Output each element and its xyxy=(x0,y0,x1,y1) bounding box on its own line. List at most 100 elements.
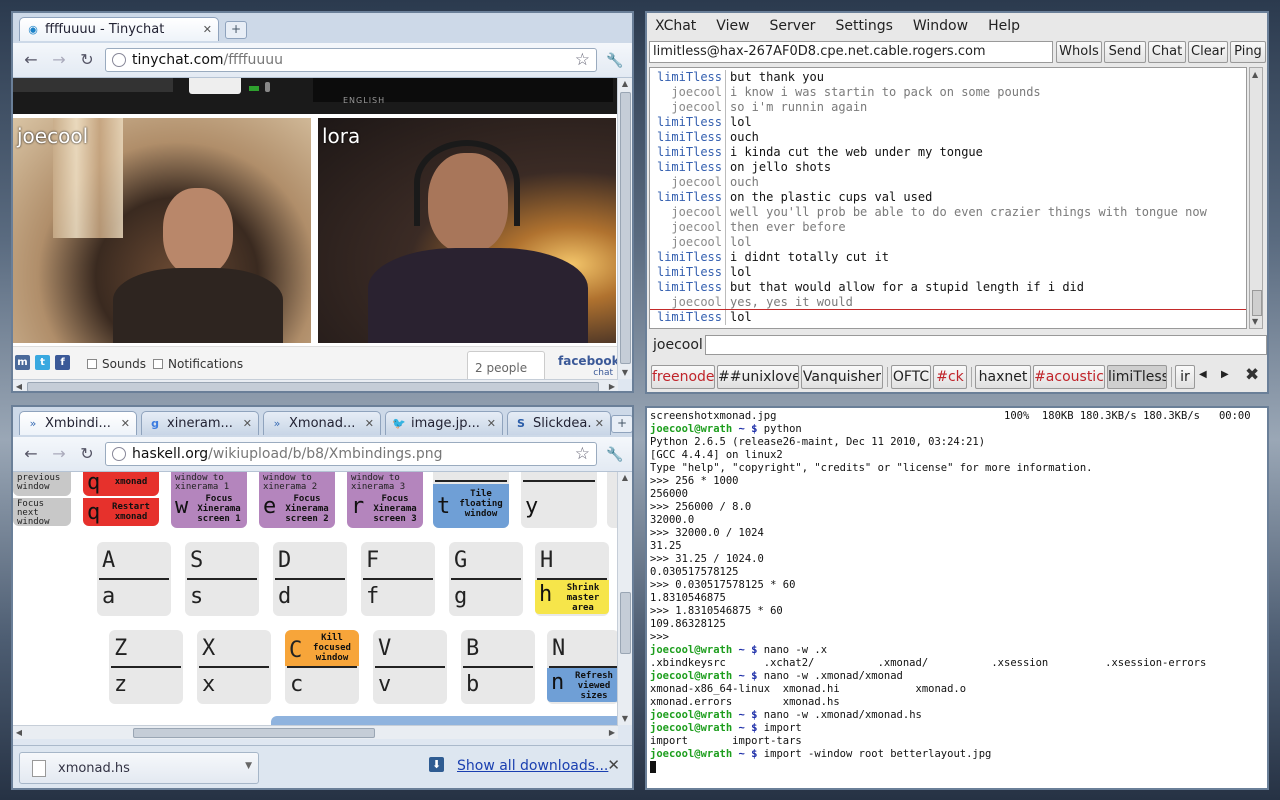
scroll-down-icon[interactable]: ▼ xyxy=(618,713,632,725)
twitter-icon[interactable]: t xyxy=(35,355,50,370)
message-nick[interactable]: joecool xyxy=(650,295,722,310)
forward-arrow-icon[interactable]: → xyxy=(49,51,69,69)
tab-xmbindings[interactable]: » Xmbindi... ✕ xyxy=(19,411,137,435)
menu-help[interactable]: Help xyxy=(988,18,1020,34)
facebook-chat-button[interactable]: facebook chat xyxy=(558,355,618,379)
message-nick[interactable]: limiTless xyxy=(650,265,722,280)
message-nick[interactable]: joecool xyxy=(650,220,722,235)
message-nick[interactable]: limiTless xyxy=(650,310,722,325)
tab-close-icon[interactable]: ✕ xyxy=(203,23,212,36)
scroll-thumb[interactable] xyxy=(27,382,599,391)
chevron-down-icon[interactable]: ▼ xyxy=(245,761,252,771)
chat-log[interactable]: limiTless but thank you joecool i know i wa… xyxy=(649,67,1247,329)
reload-icon[interactable]: ↻ xyxy=(77,445,97,463)
message-nick[interactable]: joecool xyxy=(650,205,722,220)
scroll-thumb[interactable] xyxy=(620,92,631,364)
message-nick[interactable]: joecool xyxy=(650,85,722,100)
show-all-downloads-link[interactable]: Show all downloads... xyxy=(457,758,608,774)
new-tab-button[interactable]: + xyxy=(611,415,632,433)
message-nick[interactable]: limiTless xyxy=(650,250,722,265)
channel-tab-ck[interactable]: #ck xyxy=(933,365,967,389)
scroll-left-icon[interactable]: ◀ xyxy=(13,726,25,739)
message-nick[interactable]: limiTless xyxy=(650,70,722,85)
download-item[interactable]: xmonad.hs ▼ xyxy=(19,752,259,784)
close-icon[interactable]: ✕ xyxy=(607,756,620,774)
scroll-down-icon[interactable]: ▼ xyxy=(618,367,632,379)
sounds-checkbox[interactable] xyxy=(87,359,97,369)
horizontal-scrollbar[interactable]: ◀ ▶ xyxy=(13,725,618,739)
notifications-checkbox[interactable] xyxy=(153,359,163,369)
close-tab-icon[interactable]: ✖ xyxy=(1245,365,1259,385)
myspace-icon[interactable]: m xyxy=(15,355,30,370)
channel-tab-oftc[interactable]: OFTC xyxy=(891,365,931,389)
my-nick-button[interactable]: joecool xyxy=(653,337,703,353)
scroll-thumb[interactable] xyxy=(620,592,631,654)
channel-tab-acoustic[interactable]: #acoustic xyxy=(1033,365,1105,389)
channel-tab-vanquisher[interactable]: Vanquisher xyxy=(801,365,883,389)
wrench-menu-icon[interactable]: 🔧 xyxy=(606,53,624,69)
message-nick[interactable]: joecool xyxy=(650,235,722,250)
menu-server[interactable]: Server xyxy=(770,18,816,34)
tab-scroll-left-icon[interactable]: ◀ xyxy=(1199,369,1207,380)
message-nick[interactable]: limiTless xyxy=(650,115,722,130)
menu-view[interactable]: View xyxy=(716,18,749,34)
vertical-scrollbar[interactable]: ▲ ▼ xyxy=(617,78,632,379)
message-nick[interactable]: limiTless xyxy=(650,130,722,145)
clear-button[interactable]: Clear xyxy=(1188,41,1228,63)
scroll-right-icon[interactable]: ▶ xyxy=(606,726,618,739)
channel-tab-ir[interactable]: ir xyxy=(1175,365,1195,389)
message-nick[interactable]: joecool xyxy=(650,175,722,190)
facebook-icon[interactable]: f xyxy=(55,355,70,370)
scroll-thumb[interactable] xyxy=(133,728,375,738)
sounds-toggle[interactable]: Sounds xyxy=(87,357,146,371)
reload-icon[interactable]: ↻ xyxy=(77,51,97,69)
channel-tab-limitless[interactable]: limiTless xyxy=(1107,365,1167,389)
scroll-thumb[interactable] xyxy=(1252,290,1262,316)
whois-button[interactable]: WhoIs xyxy=(1056,41,1102,63)
scroll-down-icon[interactable]: ▼ xyxy=(1252,317,1258,326)
tinychat-box[interactable] xyxy=(189,78,241,94)
scroll-right-icon[interactable]: ▶ xyxy=(606,380,618,391)
tab-scroll-right-icon[interactable]: ▶ xyxy=(1221,369,1229,380)
tab-close-icon[interactable]: ✕ xyxy=(365,417,374,430)
new-tab-button[interactable]: + xyxy=(225,21,247,39)
send-button[interactable]: Send xyxy=(1104,41,1146,63)
chat-scrollbar[interactable]: ▲ ▼ xyxy=(1249,67,1263,329)
tab-xinerama[interactable]: g xineram... ✕ xyxy=(141,411,259,435)
channel-tab-unixlove[interactable]: ##unixlove xyxy=(717,365,799,389)
message-nick[interactable]: limiTless xyxy=(650,190,722,205)
address-bar[interactable]: tinychat.com/ffffuuuu ☆ xyxy=(105,48,597,72)
tab-close-icon[interactable]: ✕ xyxy=(243,417,252,430)
terminal-window[interactable]: screenshotxmonad.jpg 100% 180KB 180.3KB/… xyxy=(645,406,1269,790)
message-nick[interactable]: limiTless xyxy=(650,160,722,175)
channel-tab-freenode[interactable]: freenode xyxy=(651,365,715,389)
tab-slickdeals[interactable]: S Slickdea... ✕ xyxy=(507,411,611,435)
scroll-up-icon[interactable]: ▲ xyxy=(618,78,632,90)
forward-arrow-icon[interactable]: → xyxy=(49,445,69,463)
tab-image[interactable]: 🐦 image.jp... ✕ xyxy=(385,411,503,435)
scroll-up-icon[interactable]: ▲ xyxy=(618,472,632,484)
back-arrow-icon[interactable]: ← xyxy=(21,445,41,463)
tab-xmonad[interactable]: » Xmonad... ✕ xyxy=(263,411,381,435)
menu-window[interactable]: Window xyxy=(913,18,968,34)
message-input[interactable] xyxy=(705,335,1267,355)
chat-button[interactable]: Chat xyxy=(1148,41,1186,63)
people-count[interactable]: 2 people xyxy=(467,351,545,379)
back-arrow-icon[interactable]: ← xyxy=(21,51,41,69)
tab-close-icon[interactable]: ✕ xyxy=(487,417,496,430)
tab-tinychat[interactable]: ◉ ffffuuuu - Tinychat ✕ xyxy=(19,17,219,41)
menu-xchat[interactable]: XChat xyxy=(655,18,696,34)
scroll-up-icon[interactable]: ▲ xyxy=(1252,70,1258,79)
notifications-toggle[interactable]: Notifications xyxy=(153,357,243,371)
horizontal-scrollbar[interactable]: ◀ ▶ xyxy=(13,379,618,391)
address-bar[interactable]: haskell.org/wikiupload/b/b8/Xmbindings.p… xyxy=(105,442,597,466)
scroll-left-icon[interactable]: ◀ xyxy=(13,380,25,391)
topic-field[interactable]: limitless@hax-267AF0D8.cpe.net.cable.rog… xyxy=(649,41,1053,63)
vertical-scrollbar[interactable]: ▲ ▼ xyxy=(617,472,632,725)
wrench-menu-icon[interactable]: 🔧 xyxy=(606,447,624,463)
ping-button[interactable]: Ping xyxy=(1230,41,1266,63)
menu-settings[interactable]: Settings xyxy=(835,18,892,34)
message-nick[interactable]: limiTless xyxy=(650,280,722,295)
tab-close-icon[interactable]: ✕ xyxy=(121,417,130,430)
channel-tab-haxnet[interactable]: haxnet xyxy=(975,365,1031,389)
